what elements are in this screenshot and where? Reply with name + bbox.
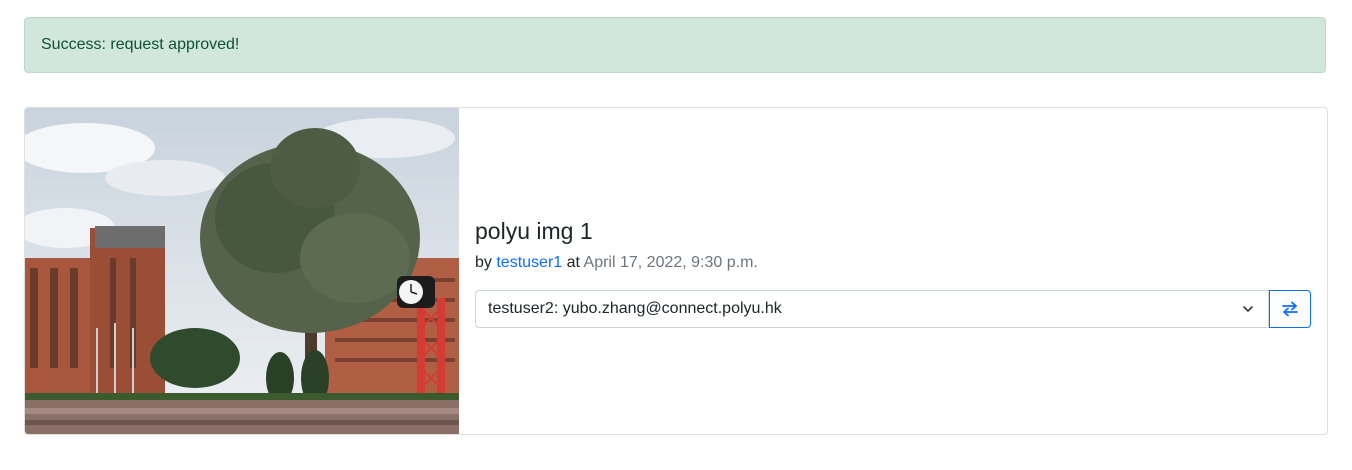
image-card: polyu img 1 by testuser1 at April 17, 20… (24, 107, 1328, 435)
author-link[interactable]: testuser1 (496, 254, 562, 271)
chevron-down-icon (1243, 306, 1253, 312)
success-alert: Success: request approved! (24, 17, 1326, 73)
swap-arrows-icon (1282, 301, 1298, 317)
at-label: at (566, 254, 580, 271)
card-image (25, 108, 459, 434)
by-label: by (475, 254, 492, 271)
recipient-select[interactable]: testuser2: yubo.zhang@connect.polyu.hk (475, 290, 1269, 328)
alert-message: Success: request approved! (41, 36, 240, 53)
transfer-button[interactable] (1269, 290, 1311, 328)
card-meta: by testuser1 at April 17, 2022, 9:30 p.m… (475, 254, 758, 272)
card-title: polyu img 1 (475, 218, 593, 244)
select-value: testuser2: yubo.zhang@connect.polyu.hk (488, 300, 782, 317)
timestamp: April 17, 2022, 9:30 p.m. (583, 254, 758, 271)
card-body: polyu img 1 by testuser1 at April 17, 20… (459, 108, 1327, 434)
